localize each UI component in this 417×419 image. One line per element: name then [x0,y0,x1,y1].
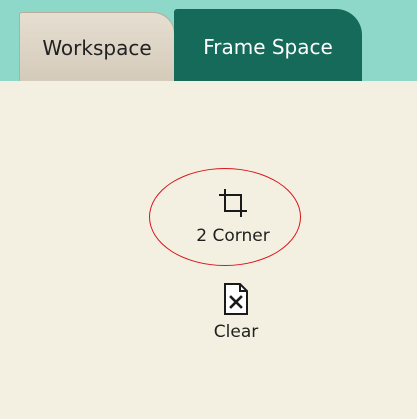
clear-button[interactable]: Clear [176,282,296,342]
tab-frame-space[interactable]: Frame Space [174,9,362,81]
two-corner-button[interactable]: 2 Corner [173,186,293,246]
tab-bar: Workspace Frame Space [0,0,417,81]
crop-icon [219,189,247,217]
tab-workspace[interactable]: Workspace [19,12,175,81]
clear-label: Clear [213,322,259,342]
two-corner-label: 2 Corner [196,226,270,246]
clear-document-icon [224,283,248,315]
